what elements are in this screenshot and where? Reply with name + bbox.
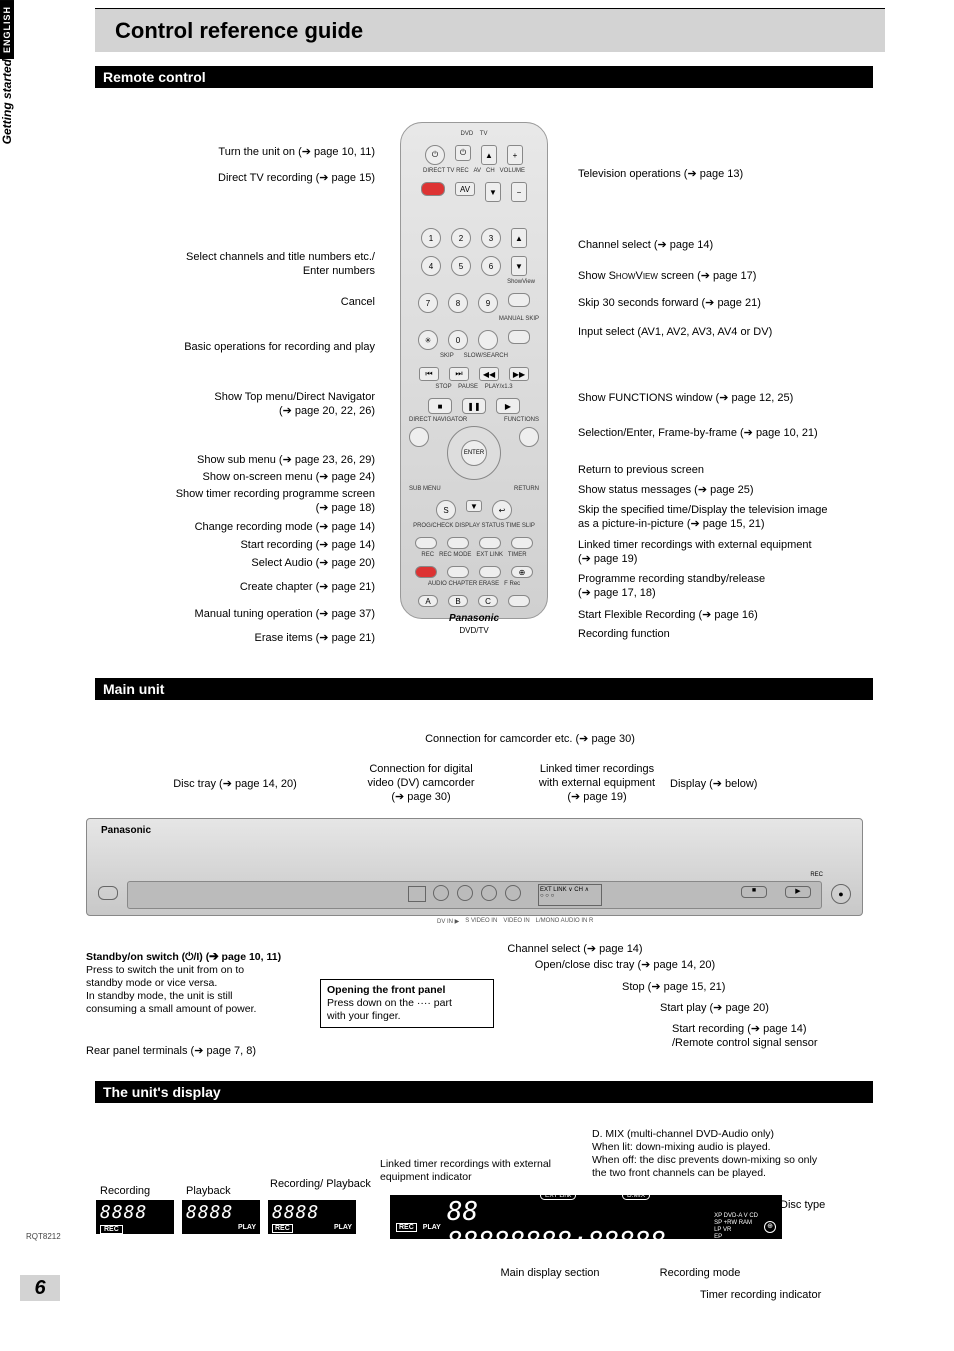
callout-create-chapter: Create chapter (➔ page 21) — [95, 580, 375, 594]
callout-select-audio: Select Audio (➔ page 20) — [95, 556, 375, 570]
callout-time-slip: Skip the specified time/Display the tele… — [578, 503, 878, 531]
section-main-unit: Main unit — [95, 678, 873, 700]
label-playback: Playback — [186, 1185, 231, 1197]
callout-erase-items: Erase items (➔ page 21) — [95, 631, 375, 645]
callout-timer-prog: Show timer recording programme screen(➔ … — [95, 487, 375, 515]
callout-dv-camcorder: Connection for digitalvideo (DV) camcord… — [346, 762, 496, 804]
callout-start-rec: Start recording (➔ page 14) — [95, 538, 375, 552]
callout-play-unit: Start play (➔ page 20) — [660, 1001, 890, 1015]
display-rec-playback: 8888 REC PLAY — [268, 1200, 356, 1234]
callout-flex-rec: Start Flexible Recording (➔ page 16) — [578, 608, 868, 622]
page-number: 6 — [20, 1275, 60, 1301]
display-main: REC PLAY 88 88888888:88888 XP DVD-A V CD… — [390, 1195, 782, 1239]
rear-panel-note: Rear panel terminals (➔ page 7, 8) — [86, 1044, 256, 1057]
callout-select-channels: Select channels and title numbers etc./E… — [95, 250, 375, 278]
main-unit-illustration: Panasonic EXT LINK ∨ CH ∧○ ○ ○ ● ■ ▶ REC… — [86, 818, 863, 916]
callout-rec-sensor: Start recording (➔ page 14)/Remote contr… — [672, 1022, 902, 1050]
callout-recording-function: Recording function — [578, 627, 868, 641]
sidebar-language-tab: ENGLISH — [0, 0, 14, 59]
callout-stop-unit: Stop (➔ page 15, 21) — [622, 980, 852, 994]
callout-linked-timer-ext: Linked timer recordingswith external equ… — [522, 762, 672, 804]
callout-skip-30: Skip 30 seconds forward (➔ page 21) — [578, 296, 868, 310]
callout-timer-indicator: Timer recording indicator — [700, 1288, 870, 1302]
callout-sub-menu: Show sub menu (➔ page 23, 26, 29) — [95, 453, 375, 467]
callout-selection-enter: Selection/Enter, Frame-by-frame (➔ page … — [578, 426, 878, 440]
sidebar-chapter-tab: Getting started — [0, 59, 14, 144]
display-playback: 8888 PLAY — [182, 1200, 260, 1234]
callout-cancel: Cancel — [95, 295, 375, 309]
callout-ext-link: Linked timer recordings with external eq… — [578, 538, 868, 566]
callout-linked-indicator: Linked timer recordings with external eq… — [380, 1158, 590, 1184]
callout-programme-standby: Programme recording standby/release(➔ pa… — [578, 572, 868, 600]
callout-rec-mode: Change recording mode (➔ page 14) — [95, 520, 375, 534]
standby-note: Standby/on switch (⏻/I) (➔ page 10, 11) … — [86, 951, 316, 1016]
callout-top-menu: Show Top menu/Direct Navigator(➔ page 20… — [95, 390, 375, 418]
document-id: RQT8212 — [26, 1232, 61, 1241]
callout-main-display-section: Main display section — [470, 1266, 630, 1280]
callout-tv-ops: Television operations (➔ page 13) — [578, 167, 868, 181]
callout-return: Return to previous screen — [578, 463, 868, 477]
callout-basic-ops: Basic operations for recording and play — [95, 340, 375, 354]
callout-dmix: D. MIX (multi-channel DVD-Audio only) Wh… — [592, 1128, 882, 1180]
section-remote-control: Remote control — [95, 66, 873, 88]
callout-osd-menu: Show on-screen menu (➔ page 24) — [95, 470, 375, 484]
section-units-display: The unit's display — [95, 1081, 873, 1103]
label-rec-play: Recording/ Playback — [270, 1178, 371, 1190]
callout-status-messages: Show status messages (➔ page 25) — [578, 483, 868, 497]
callout-input-select: Input select (AV1, AV2, AV3, AV4 or DV) — [578, 325, 868, 339]
callout-manual-tuning: Manual tuning operation (➔ page 37) — [95, 607, 375, 621]
callout-display-below: Display (➔ below) — [670, 777, 790, 791]
callout-ch-select-unit: Channel select (➔ page 14) — [460, 942, 690, 956]
callout-turn-on: Turn the unit on (➔ page 10, 11) — [95, 145, 375, 159]
callout-disc-type: Disc type — [780, 1198, 870, 1212]
callout-recording-mode: Recording mode — [640, 1266, 760, 1280]
callout-disc-tray: Disc tray (➔ page 14, 20) — [120, 777, 350, 791]
callout-channel-select: Channel select (➔ page 14) — [578, 238, 868, 252]
remote-control-illustration: DVD TV ⏻⏻▲+ DIRECT TV REC AV CH VOLUME A… — [400, 122, 548, 619]
label-recording: Recording — [100, 1185, 150, 1197]
callout-showview: Show ShowView screen (➔ page 17) — [578, 269, 868, 283]
callout-functions-window: Show FUNCTIONS window (➔ page 12, 25) — [578, 391, 868, 405]
callout-open-close-tray: Open/close disc tray (➔ page 14, 20) — [500, 958, 750, 972]
callout-direct-tv-rec: Direct TV recording (➔ page 15) — [95, 171, 375, 185]
opening-panel-box: Opening the front panel Press down on th… — [320, 979, 494, 1028]
callout-camcorder-conn: Connection for camcorder etc. (➔ page 30… — [390, 732, 670, 746]
page-title: Control reference guide — [95, 8, 885, 52]
display-recording: 8888 REC — [96, 1200, 174, 1234]
